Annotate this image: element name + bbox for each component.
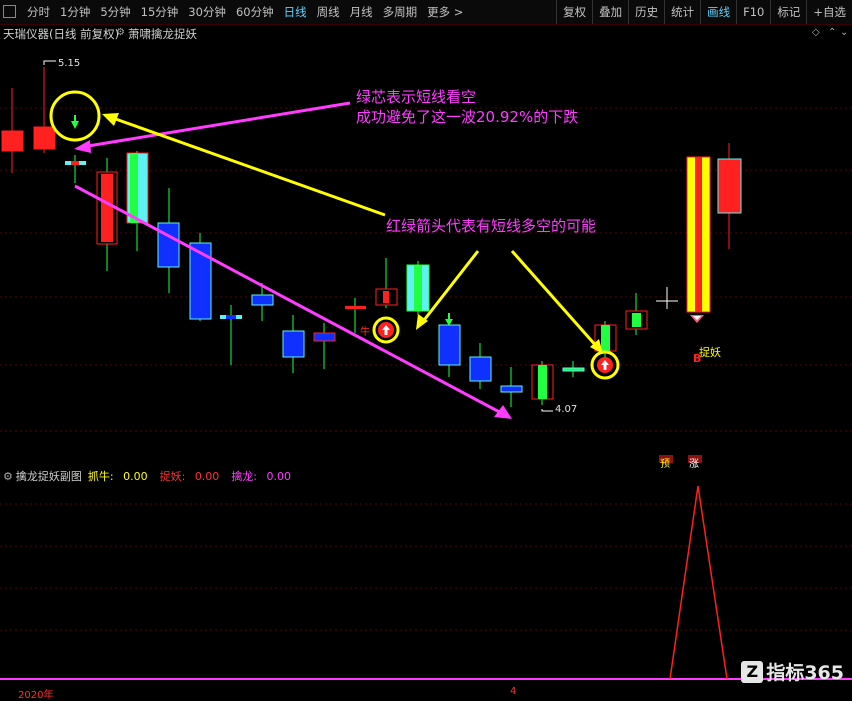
- candle-body: [33, 126, 56, 150]
- tab-period-weekly[interactable]: 周线: [312, 4, 345, 20]
- zhuoyao-signal-label: 捉妖: [699, 346, 721, 359]
- brand-text: 指标365: [766, 662, 844, 684]
- tab-period-5min[interactable]: 5分钟: [95, 4, 135, 20]
- x-axis-start-label: 2020年: [18, 690, 54, 701]
- green-down-arrow-icon: [445, 313, 453, 326]
- candle-body: [226, 315, 236, 319]
- scroll-up-icon[interactable]: ⌃: [828, 27, 836, 38]
- candle-body: [157, 222, 180, 268]
- candle-body: [251, 294, 274, 306]
- magenta-pointer-arrowhead: [74, 140, 91, 153]
- field-label: 擒龙:: [231, 470, 258, 483]
- mark-button[interactable]: 标记: [770, 0, 806, 24]
- tab-period-daily[interactable]: 日线: [279, 4, 312, 20]
- field-value: 0.00: [123, 470, 148, 483]
- candle-body: [383, 291, 389, 303]
- candle-body: [345, 306, 366, 309]
- tab-period-30min[interactable]: 30分钟: [183, 4, 231, 20]
- candle-body: [500, 385, 523, 393]
- candle-body: [130, 153, 138, 223]
- more-arrow-icon: >: [453, 5, 464, 19]
- candle-body: [632, 313, 641, 327]
- settings-icon[interactable]: ⚙: [116, 27, 125, 38]
- draw-line-button[interactable]: 画线: [700, 0, 736, 24]
- zhuoyao-spike: [669, 485, 728, 680]
- candle-body: [695, 157, 702, 312]
- yu-badge: 预: [660, 459, 670, 470]
- tab-period-more[interactable]: 更多 >: [422, 4, 468, 20]
- fuquan-button[interactable]: 复权: [556, 0, 592, 24]
- instrument-title: 天瑞仪器(日线 前复权): [3, 27, 120, 41]
- candle-body: [538, 365, 547, 399]
- tab-period-15min[interactable]: 15分钟: [136, 4, 184, 20]
- field-value: 0.00: [266, 470, 292, 483]
- sub-settings-icon[interactable]: ⚙: [3, 470, 13, 483]
- diamond-icon[interactable]: ◇: [812, 27, 820, 38]
- window-icon[interactable]: [3, 5, 16, 18]
- tab-period-multi[interactable]: 多周期: [378, 4, 423, 20]
- low-marker: [541, 409, 553, 412]
- tab-period-60min[interactable]: 60分钟: [231, 4, 279, 20]
- candle-body: [601, 325, 610, 351]
- field-zhuoyao: 捉妖: 0.00: [160, 468, 226, 484]
- f10-button[interactable]: F10: [736, 0, 770, 24]
- field-qinlong: 擒龙: 0.00: [231, 468, 297, 484]
- brand-logo-icon: Z: [741, 660, 764, 683]
- scroll-down-icon[interactable]: ⌄: [840, 27, 848, 38]
- field-value: 0.00: [194, 470, 220, 483]
- candle-body: [101, 174, 113, 242]
- diejia-button[interactable]: 叠加: [592, 0, 628, 24]
- magenta-pointer-line: [81, 101, 351, 149]
- zhang-badge: 涨: [689, 459, 699, 470]
- candle-body: [562, 367, 585, 372]
- yellow-pointer-line: [510, 250, 600, 349]
- field-zhuaniu: 抓牛: 0.00: [88, 468, 154, 484]
- candle-body: [414, 265, 422, 311]
- sub-panel-title[interactable]: 擒龙捉妖副图: [16, 468, 82, 484]
- candle-body: [71, 161, 79, 165]
- x-axis-mid-label: 4: [510, 686, 517, 697]
- annotation-green-core-line1: 绿芯表示短线看空: [356, 88, 477, 106]
- annotation-green-core-line2: 成功避免了这一波20.92%的下跌: [356, 108, 579, 126]
- yellow-pointer-arrowhead: [102, 113, 119, 126]
- add-watchlist-button[interactable]: +自选: [806, 0, 852, 24]
- right-tabs: 复权 叠加 历史 统计 画线 F10 标记 +自选: [556, 0, 852, 24]
- high-marker: [43, 60, 56, 65]
- candle-body: [1, 130, 24, 152]
- indicator-name[interactable]: 萧啸擒龙捉妖: [128, 26, 197, 42]
- period-tabs: 分时 1分钟 5分钟 15分钟 30分钟 60分钟 日线 周线 月线 多周期 更…: [22, 0, 468, 24]
- tab-period-1min[interactable]: 1分钟: [55, 4, 95, 20]
- candle-body: [313, 332, 336, 342]
- watermark: Z 指标365: [741, 658, 844, 685]
- history-button[interactable]: 历史: [628, 0, 664, 24]
- green-down-arrow-icon: [71, 115, 79, 129]
- candle-body: [469, 356, 492, 382]
- field-label: 捉妖:: [159, 470, 186, 483]
- niu-signal-label: 牛: [360, 327, 370, 338]
- sub-grid: [0, 503, 852, 631]
- annotation-red-green-arrows: 红绿箭头代表有短线多空的可能: [386, 217, 597, 235]
- stats-button[interactable]: 统计: [664, 0, 700, 24]
- field-label: 抓牛:: [87, 470, 114, 483]
- low-price-label: 4.07: [555, 404, 578, 415]
- sub-panel-header: ⚙ 擒龙捉妖副图 抓牛: 0.00 捉妖: 0.00 擒龙: 0.00: [0, 468, 303, 484]
- more-label: 更多: [427, 5, 451, 19]
- top-toolbar: 分时 1分钟 5分钟 15分钟 30分钟 60分钟 日线 周线 月线 多周期 更…: [0, 0, 852, 25]
- sub-indicator-chart[interactable]: [0, 484, 852, 686]
- buy-signal-label: B: [693, 352, 702, 365]
- high-price-label: 5.15: [58, 58, 81, 69]
- candle-body: [717, 158, 742, 214]
- tab-period-fenshi[interactable]: 分时: [22, 4, 55, 20]
- candle-body: [282, 330, 305, 358]
- yellow-pointer-line: [109, 115, 386, 217]
- chart-title-bar: 天瑞仪器(日线 前复权) ⚙ 萧啸擒龙捉妖 ◇ ⌃ ⌄: [0, 25, 852, 42]
- candle-body: [438, 324, 461, 366]
- tab-period-monthly[interactable]: 月线: [345, 4, 378, 20]
- x-axis: 2020年 4: [0, 686, 852, 701]
